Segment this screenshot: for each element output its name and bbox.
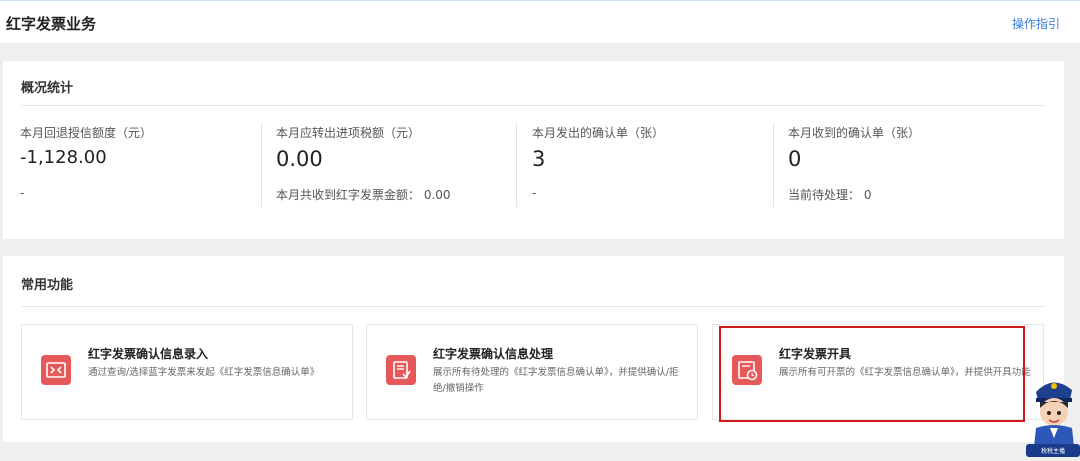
card-red-invoice-processing[interactable]: 红字发票确认信息处理 展示所有待处理的《红字发票信息确认单》，并提供确认/拒绝/… bbox=[366, 324, 698, 420]
stat-input-tax-transfer: 本月应转出进项税额（元） 0.00 bbox=[276, 124, 420, 171]
document-exchange-icon bbox=[41, 355, 71, 385]
card-title: 红字发票确认信息录入 bbox=[88, 347, 209, 361]
stat-returned-credit: 本月回退授信额度（元） -1,128.00 bbox=[20, 124, 152, 168]
page-title: 红字发票业务 bbox=[6, 15, 97, 33]
card-title: 红字发票开具 bbox=[779, 347, 852, 361]
page-header: 红字发票业务 操作指引 bbox=[0, 1, 1080, 43]
overview-divider bbox=[21, 105, 1046, 106]
stat-label: 本月收到的确认单（张） bbox=[788, 126, 921, 140]
document-process-icon bbox=[386, 355, 416, 385]
stat-sub: 本月共收到红字发票金额： 0.00 bbox=[276, 188, 451, 202]
mascot-caption: 税税主播 bbox=[1041, 447, 1065, 455]
stat-label: 本月发出的确认单（张） bbox=[532, 126, 665, 140]
overview-panel: 概况统计 本月回退授信额度（元） -1,128.00 - 本月应转出进项税额（元… bbox=[3, 61, 1064, 239]
stat-label: 本月回退授信额度（元） bbox=[20, 126, 153, 140]
functions-panel: 常用功能 红字发票确认信息录入 通过查询/选择蓝字发票来发起《红字发票信息确认单… bbox=[3, 256, 1064, 442]
stat-label: 本月应转出进项税额（元） bbox=[276, 126, 421, 140]
stat-divider bbox=[773, 123, 774, 207]
stat-sub: - bbox=[20, 186, 25, 200]
card-red-invoice-entry[interactable]: 红字发票确认信息录入 通过查询/选择蓝字发票来发起《红字发票信息确认单》 bbox=[21, 324, 353, 420]
stat-value: 0 bbox=[788, 147, 802, 171]
functions-title: 常用功能 bbox=[21, 278, 74, 293]
stat-divider bbox=[516, 123, 517, 207]
card-description: 通过查询/选择蓝字发票来发起《红字发票信息确认单》 bbox=[88, 367, 320, 378]
document-clock-icon bbox=[732, 355, 762, 385]
stat-divider bbox=[261, 123, 262, 207]
overview-title: 概况统计 bbox=[21, 81, 74, 96]
card-description: 展示所有待处理的《红字发票信息确认单》，并提供确认/拒绝/撤销操作 bbox=[433, 367, 679, 394]
stat-received-confirmations: 本月收到的确认单（张） 0 bbox=[788, 124, 920, 171]
functions-divider bbox=[21, 306, 1046, 307]
stat-sent-confirmations: 本月发出的确认单（张） 3 bbox=[532, 124, 664, 171]
stat-value: 0.00 bbox=[276, 147, 323, 171]
mascot-avatar: 税税主播 bbox=[1026, 372, 1080, 457]
card-description: 展示所有可开票的《红字发票信息确认单》，并提供开具功能 bbox=[779, 367, 1031, 378]
card-title: 红字发票确认信息处理 bbox=[433, 347, 554, 361]
stat-value: 3 bbox=[532, 147, 546, 171]
card-red-invoice-issue[interactable]: 红字发票开具 展示所有可开票的《红字发票信息确认单》，并提供开具功能 bbox=[712, 324, 1044, 420]
stat-value: -1,128.00 bbox=[20, 147, 107, 168]
operation-guide-link[interactable]: 操作指引 bbox=[1012, 15, 1060, 32]
stat-sub: - bbox=[532, 186, 537, 200]
stat-sub: 当前待处理： 0 bbox=[788, 188, 872, 202]
